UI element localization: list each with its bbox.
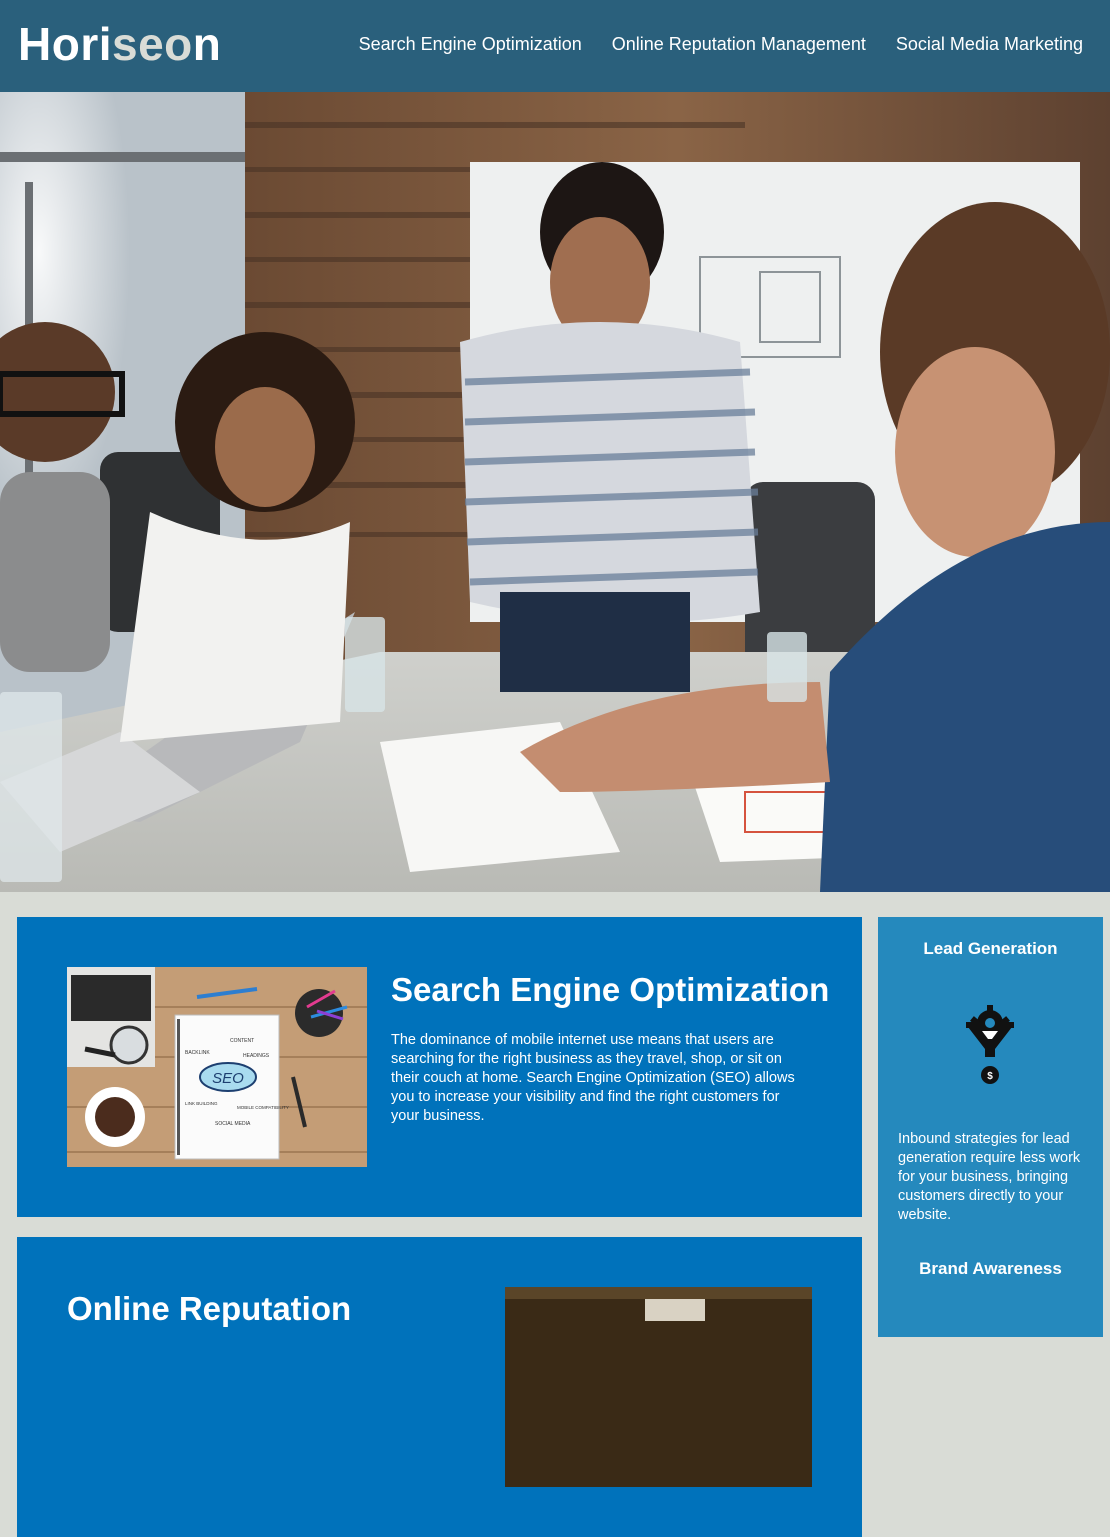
seo-text: The dominance of mobile internet use mea…: [391, 1032, 795, 1124]
reputation-title: Online Reputation: [67, 1290, 352, 1327]
seo-title: Search Engine Optimization: [391, 971, 830, 1008]
funnel-gear-icon: $: [962, 1005, 1018, 1085]
seo-word-social: SOCIAL MEDIA: [215, 1121, 251, 1127]
seo-word-backlink: BACKLINK: [185, 1050, 210, 1056]
lead-generation-title: Lead Generation: [923, 939, 1058, 958]
svg-text:$: $: [987, 1071, 993, 1082]
seo-word-mobile: MOBILE COMPATIBILITY: [237, 1105, 289, 1110]
seo-word-content: CONTENT: [230, 1038, 254, 1044]
nav-link-seo[interactable]: Search Engine Optimization: [359, 31, 582, 57]
seo-word-link-building: LINK BUILDING: [185, 1101, 218, 1106]
reputation-section: Online Reputation: [17, 1237, 862, 1537]
reputation-image: [505, 1287, 812, 1487]
reputation-illustration: [505, 1287, 812, 1487]
logo-main: Hori: [18, 18, 112, 70]
logo[interactable]: Horiseon: [18, 16, 221, 72]
seo-illustration: SEO CONTENT BACKLINK HEADINGS LINK BUILD…: [67, 967, 367, 1167]
brand-awareness-title: Brand Awareness: [919, 1259, 1062, 1278]
hero-image: [0, 92, 1110, 892]
seo-image: SEO CONTENT BACKLINK HEADINGS LINK BUILD…: [67, 967, 367, 1167]
main-nav: Search Engine Optimization Online Reputa…: [359, 31, 1083, 57]
logo-accent: seo: [112, 18, 193, 70]
benefits-sidebar: Lead Generation $ Inbound strategies for…: [878, 917, 1103, 1337]
nav-link-reputation[interactable]: Online Reputation Management: [612, 31, 866, 57]
logo-tail: n: [192, 18, 222, 70]
lead-generation-text: Inbound strategies for lead generation r…: [898, 1131, 1081, 1223]
nav-link-social-media[interactable]: Social Media Marketing: [896, 31, 1083, 57]
seo-center-word: SEO: [212, 1070, 244, 1087]
seo-word-headings: HEADINGS: [243, 1053, 270, 1059]
site-header: Horiseon Search Engine Optimization Onli…: [0, 0, 1110, 92]
hero-photo-illustration: [0, 92, 1110, 892]
seo-section: SEO CONTENT BACKLINK HEADINGS LINK BUILD…: [17, 917, 862, 1217]
